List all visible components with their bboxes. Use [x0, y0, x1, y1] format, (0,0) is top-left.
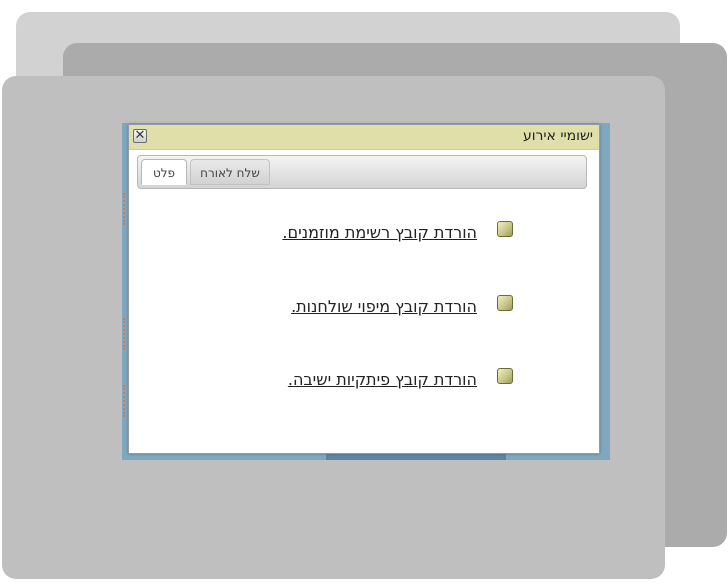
event-applications-dialog: ✕ ישומיי אירוע פלט שלח לאורח הורדת קובץ … [128, 124, 600, 454]
list-item: הורדת קובץ מיפוי שולחנות. [129, 295, 599, 321]
list-item: הורדת קובץ רשימת מוזמנים. [129, 221, 599, 247]
close-icon: ✕ [134, 128, 146, 143]
tab-send-to-guest[interactable]: שלח לאורח [190, 159, 270, 185]
download-guest-list-link[interactable]: הורדת קובץ רשימת מוזמנים. [282, 223, 477, 242]
background-decoration [326, 454, 506, 460]
bullet-icon [497, 295, 513, 311]
list-item: הורדת קובץ פיתקיות ישיבה. [129, 368, 599, 394]
tab-output[interactable]: פלט [141, 159, 187, 185]
download-seating-cards-link[interactable]: הורדת קובץ פיתקיות ישיבה. [288, 370, 477, 389]
download-table-map-link[interactable]: הורדת קובץ מיפוי שולחנות. [291, 297, 477, 316]
tab-bar: פלט שלח לאורח [137, 155, 587, 189]
bullet-icon [497, 221, 513, 237]
dialog-title: ישומיי אירוע [522, 128, 593, 144]
close-button[interactable]: ✕ [133, 128, 147, 143]
dialog-titlebar[interactable]: ✕ ישומיי אירוע [129, 125, 599, 150]
bullet-icon [497, 368, 513, 384]
